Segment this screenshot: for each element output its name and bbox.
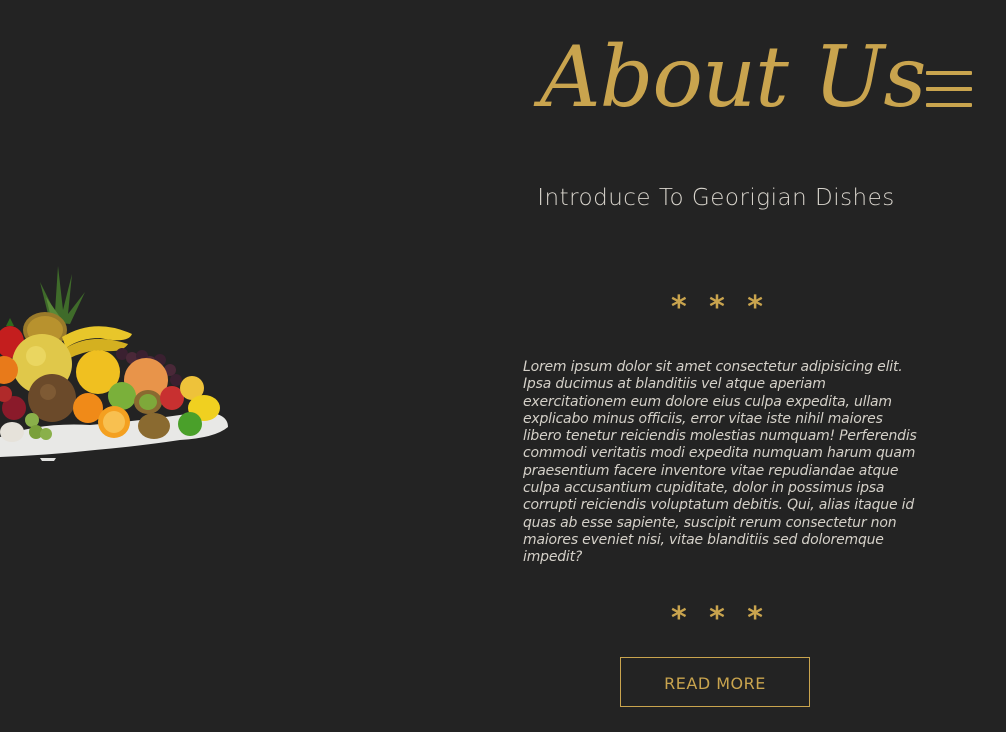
fruit-arrangement-image bbox=[0, 266, 228, 461]
read-more-button[interactable]: READ MORE bbox=[620, 657, 810, 707]
about-page: About Us Introduce To Georigian Dishes *… bbox=[0, 0, 1006, 732]
menu-line bbox=[926, 103, 972, 107]
section-subtitle: Introduce To Georigian Dishes bbox=[537, 185, 895, 211]
decorative-stars-top: * * * bbox=[671, 290, 769, 325]
decorative-stars-bottom: * * * bbox=[671, 601, 769, 636]
menu-line bbox=[926, 71, 972, 75]
intro-paragraph: Lorem ipsum dolor sit amet consectetur a… bbox=[523, 359, 917, 566]
menu-line bbox=[926, 87, 972, 91]
hamburger-menu-icon[interactable] bbox=[926, 70, 972, 108]
page-title: About Us bbox=[540, 28, 926, 126]
